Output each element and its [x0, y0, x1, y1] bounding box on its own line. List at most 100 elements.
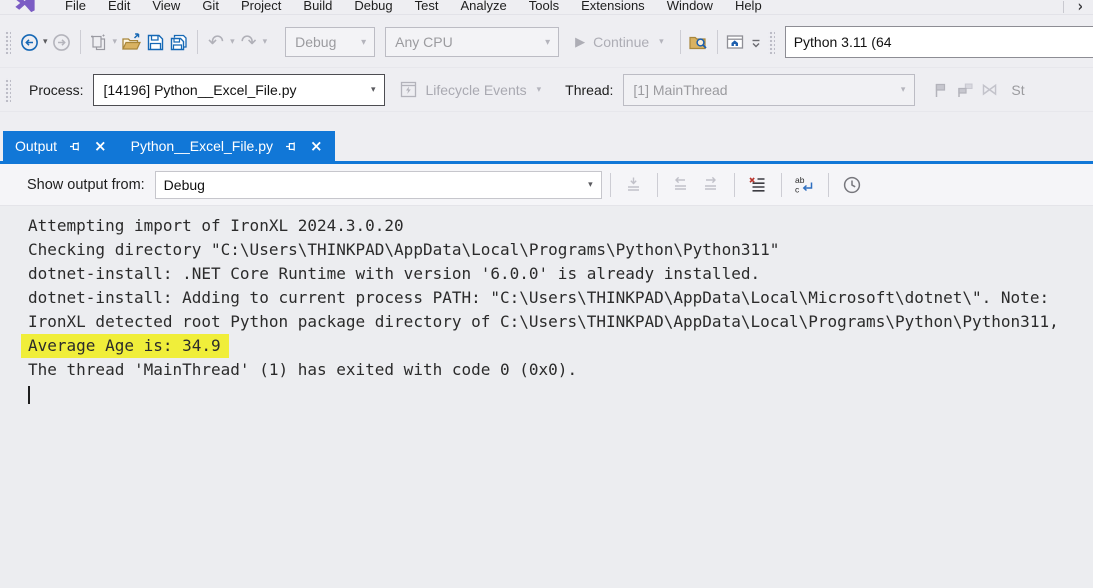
- toolbar-overflow-button[interactable]: [748, 29, 764, 55]
- output-content: Attempting import of IronXL 2024.3.0.20C…: [0, 206, 1093, 588]
- menu-item[interactable]: Project: [230, 0, 292, 14]
- combo-caret-icon: ▾: [369, 85, 378, 95]
- menu-item[interactable]: Build: [292, 0, 343, 14]
- find-message-button[interactable]: [622, 172, 646, 198]
- tab-strip-spacer: [0, 112, 1093, 131]
- back-arrow-icon: [20, 33, 39, 52]
- menu-item[interactable]: Window: [656, 0, 724, 14]
- folder-search-icon: [688, 33, 709, 52]
- output-line: Attempting import of IronXL 2024.3.0.20: [21, 214, 412, 238]
- flag-icon: [932, 81, 950, 99]
- menu-item[interactable]: Edit: [97, 0, 141, 14]
- lifecycle-caret-icon: ▾: [535, 85, 544, 95]
- combo-caret-icon: ▾: [359, 37, 368, 48]
- next-message-button[interactable]: [699, 172, 723, 198]
- menu-items: FileEditViewGitProjectBuildDebugTestAnal…: [54, 0, 773, 14]
- toolbar-separator: [197, 30, 198, 54]
- continue-caret-icon: ▾: [657, 37, 666, 47]
- toolbar-separator: [828, 173, 829, 197]
- svg-text:ab: ab: [795, 175, 805, 185]
- next-message-icon: [701, 175, 720, 194]
- double-flag-icon: [955, 81, 975, 99]
- toolbar-separator: [734, 173, 735, 197]
- menu-item[interactable]: File: [54, 0, 97, 14]
- menu-item[interactable]: Git: [191, 0, 230, 14]
- close-icon[interactable]: ×: [94, 139, 107, 154]
- python-environment-combo[interactable]: Python 3.11 (64: [785, 26, 1093, 58]
- tab-python-excel-file[interactable]: Python__Excel_File.py ×: [119, 131, 335, 161]
- menu-item[interactable]: Analyze: [449, 0, 517, 14]
- solution-platform-combo[interactable]: Any CPU ▾: [385, 27, 559, 57]
- toolbar-separator: [610, 173, 611, 197]
- open-folder-icon: [121, 33, 142, 52]
- toolbar-grip[interactable]: [768, 30, 775, 54]
- show-current-process-button[interactable]: [929, 77, 953, 103]
- toolbar-grip[interactable]: [4, 30, 11, 54]
- word-wrap-icon: ab c: [794, 175, 815, 194]
- tab-output[interactable]: Output ×: [3, 131, 119, 161]
- svg-text:c: c: [795, 185, 800, 195]
- find-in-files-button[interactable]: [687, 29, 711, 55]
- stack-frame-label-clipped: St: [1011, 82, 1024, 98]
- thread-combo[interactable]: [1] MainThread ▾: [623, 74, 915, 106]
- thread-label: Thread:: [565, 82, 613, 98]
- toggle-word-wrap-button[interactable]: ab c: [793, 172, 817, 198]
- menu-item[interactable]: Extensions: [570, 0, 656, 14]
- output-line: Checking directory "C:\Users\THINKPAD\Ap…: [21, 238, 787, 262]
- menu-item[interactable]: Test: [404, 0, 450, 14]
- output-line: dotnet-install: .NET Core Runtime with v…: [21, 262, 768, 286]
- menu-bar: FileEditViewGitProjectBuildDebugTestAnal…: [0, 0, 1093, 15]
- open-file-button[interactable]: [119, 29, 143, 55]
- toggle-timestamps-button[interactable]: [840, 172, 864, 198]
- pin-icon[interactable]: [69, 140, 82, 153]
- lifecycle-events-button[interactable]: Lifecycle Events ▾: [399, 80, 543, 99]
- process-combo[interactable]: [14196] Python__Excel_File.py ▾: [93, 74, 385, 106]
- navigate-forward-button[interactable]: [50, 29, 74, 55]
- play-icon: ▶: [575, 35, 585, 50]
- output-source-combo[interactable]: Debug ▾: [155, 171, 602, 199]
- output-line: Average Age is: 34.9: [21, 334, 229, 358]
- close-icon[interactable]: ×: [310, 139, 323, 154]
- continue-button[interactable]: ▶ Continue ▾: [575, 34, 666, 50]
- clear-all-button[interactable]: [746, 172, 770, 198]
- web-browser-button[interactable]: [724, 29, 748, 55]
- menu-item[interactable]: Debug: [343, 0, 403, 14]
- save-all-button[interactable]: [167, 29, 191, 55]
- menu-item[interactable]: View: [141, 0, 191, 14]
- back-dropdown-caret-icon[interactable]: ▾: [41, 37, 50, 47]
- caret-icon: [28, 386, 30, 404]
- output-line: The thread 'MainThread' (1) has exited w…: [21, 358, 585, 382]
- continue-label: Continue: [593, 34, 649, 50]
- previous-message-button[interactable]: [669, 172, 693, 198]
- thread-value: [1] MainThread: [633, 82, 727, 98]
- new-project-caret-icon[interactable]: ▾: [111, 37, 120, 47]
- menu-item[interactable]: Help: [724, 0, 773, 14]
- browser-home-icon: [725, 33, 746, 52]
- menu-item[interactable]: Tools: [518, 0, 570, 14]
- menu-separator: [1063, 1, 1064, 13]
- lifecycle-events-label: Lifecycle Events: [425, 82, 526, 98]
- redo-button[interactable]: ↷: [237, 29, 261, 55]
- save-button[interactable]: [143, 29, 167, 55]
- output-toolbar: Show output from: Debug ▾: [0, 164, 1093, 206]
- visual-studio-window: FileEditViewGitProjectBuildDebugTestAnal…: [0, 0, 1093, 588]
- menu-overflow-chevron-icon[interactable]: ›: [1078, 0, 1083, 15]
- navigate-back-button[interactable]: [17, 29, 41, 55]
- solution-configuration-combo[interactable]: Debug ▾: [285, 27, 375, 57]
- visual-studio-logo: [10, 0, 40, 14]
- show-all-processes-button[interactable]: [953, 77, 977, 103]
- toolbar-separator: [80, 30, 81, 54]
- output-source-value: Debug: [164, 177, 205, 193]
- toolbar-grip[interactable]: [4, 78, 11, 102]
- new-project-button[interactable]: [87, 29, 111, 55]
- toolbar-separator: [717, 30, 718, 54]
- toolbar-separator: [657, 173, 658, 197]
- undo-button[interactable]: ↶: [204, 29, 228, 55]
- redo-caret-icon[interactable]: ▾: [261, 37, 270, 47]
- process-value: [14196] Python__Excel_File.py: [103, 82, 296, 98]
- undo-caret-icon[interactable]: ▾: [228, 37, 237, 47]
- pin-icon[interactable]: [285, 140, 298, 153]
- overflow-caret-icon: [750, 35, 762, 49]
- show-threads-in-source-button[interactable]: ⋈: [977, 77, 1001, 103]
- standard-toolbar: ▾ ▾: [0, 15, 1093, 68]
